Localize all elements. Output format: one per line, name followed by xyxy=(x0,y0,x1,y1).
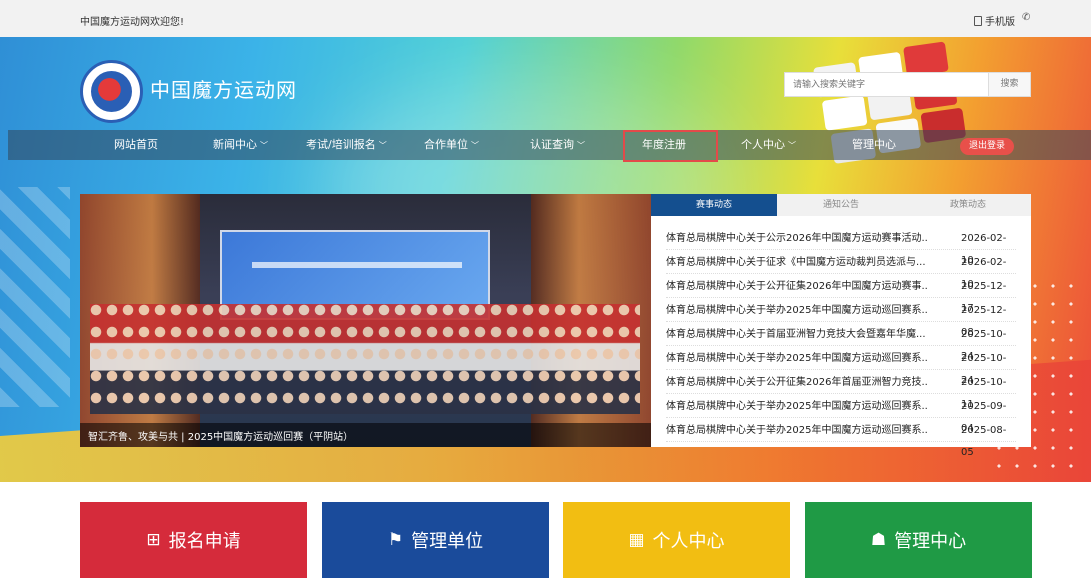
news-list-item[interactable]: 体育总局棋牌中心关于征求《中国魔方运动裁判员选派与... 2026-02-10 xyxy=(666,252,1016,290)
management-unit-tile-button[interactable]: ⚑ 管理单位 xyxy=(322,502,549,578)
news-panel: 赛事动态 通知公告 政策动态 体育总局棋牌中心关于公示2026年中国魔方运动赛事… xyxy=(651,194,1031,458)
tile-label: 个人中心 xyxy=(652,531,725,552)
mobile-icon xyxy=(974,15,982,26)
news-list-item[interactable]: 体育总局棋牌中心关于举办2025年中国魔方运动巡回赛系... 2025-12-08 xyxy=(666,300,1016,338)
news-list-item[interactable]: 体育总局棋牌中心关于举办2025年中国魔方运动巡回赛系... 2025-10-24 xyxy=(666,348,1016,386)
search-input[interactable] xyxy=(785,73,990,96)
news-list-item[interactable]: 体育总局棋牌中心关于首届亚洲智力竞技大会暨嘉年华魔... 2025-10-24 xyxy=(666,324,1016,362)
chevron-down-icon: ﹀ xyxy=(577,141,585,150)
add-document-icon: ⊞ xyxy=(146,530,161,550)
tab-notices[interactable]: 通知公告 xyxy=(778,194,904,216)
annual-registration-highlight xyxy=(623,130,718,162)
search-button[interactable]: 搜索 xyxy=(988,73,1030,96)
nav-label: 新闻中心 xyxy=(213,138,257,151)
tab-policy-news[interactable]: 政策动态 xyxy=(905,194,1031,216)
news-slider[interactable]: 智汇齐鲁、攻美与共 | 2025中国魔方运动巡回赛（平阴站） xyxy=(80,194,651,447)
top-bar: 中国魔方运动网欢迎您! 手机版 ✆ xyxy=(0,0,1091,37)
tab-event-news[interactable]: 赛事动态 xyxy=(651,194,777,216)
news-list-item[interactable]: 体育总局棋牌中心关于公开征集2026年中国魔方运动赛事... 2025-12-17 xyxy=(666,276,1016,314)
search-box: 搜索 xyxy=(784,72,1031,97)
news-title: 体育总局棋牌中心关于举办2025年中国魔方运动巡回赛系... xyxy=(666,353,928,364)
nav-item-partners[interactable]: 合作单位 ﹀ xyxy=(424,130,479,160)
news-list-item[interactable]: 体育总局棋牌中心关于公开征集2026年首届亚洲智力竞技... 2025-10-11 xyxy=(666,372,1016,410)
person-icon: ☗ xyxy=(870,530,887,550)
nav-label: 合作单位 xyxy=(424,138,468,151)
news-title: 体育总局棋牌中心关于举办2025年中国魔方运动巡回赛系... xyxy=(666,425,928,436)
logo-emblem-icon xyxy=(91,71,132,112)
page: 中国魔方运动网欢迎您! 手机版 ✆ 中国魔方运动网 搜索 网站首 xyxy=(0,0,1091,578)
chevron-down-icon: ﹀ xyxy=(260,141,268,150)
personal-center-tile-button[interactable]: ▦ 个人中心 xyxy=(563,502,790,578)
slide-caption[interactable]: 智汇齐鲁、攻美与共 | 2025中国魔方运动巡回赛（平阴站） xyxy=(88,428,353,443)
nav-label: 网站首页 xyxy=(114,138,158,151)
welcome-text: 中国魔方运动网欢迎您! xyxy=(80,17,185,28)
site-title[interactable]: 中国魔方运动网 xyxy=(150,74,297,103)
admin-center-tile-button[interactable]: ☗ 管理中心 xyxy=(805,502,1032,578)
news-title: 体育总局棋牌中心关于首届亚洲智力竞技大会暨嘉年华魔... xyxy=(666,329,926,340)
news-title: 体育总局棋牌中心关于公示2026年中国魔方运动赛事活动... xyxy=(666,233,928,244)
tile-label: 报名申请 xyxy=(168,531,241,552)
logout-button[interactable]: 退出登录 xyxy=(960,138,1014,155)
nav-label: 认证查询 xyxy=(530,138,574,151)
wechat-icon[interactable]: ✆ xyxy=(1022,12,1030,23)
news-title: 体育总局棋牌中心关于公开征集2026年中国魔方运动赛事... xyxy=(666,281,928,292)
mobile-version-label: 手机版 xyxy=(985,17,1015,28)
nav-label: 考试/培训报名 xyxy=(306,138,376,151)
news-tabs: 赛事动态 通知公告 政策动态 xyxy=(651,194,1031,216)
nav-item-home[interactable]: 网站首页 xyxy=(114,130,158,160)
banner-decoration-left xyxy=(0,187,70,407)
slide-group-photo xyxy=(90,304,640,414)
mobile-version-link[interactable]: 手机版 xyxy=(974,13,1015,28)
nav-item-admin-center[interactable]: 管理中心 xyxy=(852,130,896,160)
news-list-item[interactable]: 体育总局棋牌中心关于公示2026年中国魔方运动赛事活动... 2026-02-10 xyxy=(666,228,1016,266)
news-title: 体育总局棋牌中心关于公开征集2026年首届亚洲智力竞技... xyxy=(666,377,928,388)
tile-label: 管理单位 xyxy=(411,531,484,552)
nav-label: 个人中心 xyxy=(741,138,785,151)
news-title: 体育总局棋牌中心关于征求《中国魔方运动裁判员选派与... xyxy=(666,257,926,268)
nav-item-news[interactable]: 新闻中心 ﹀ xyxy=(213,130,268,160)
nav-item-exam-registration[interactable]: 考试/培训报名 ﹀ xyxy=(306,130,387,160)
nav-item-personal-center[interactable]: 个人中心 ﹀ xyxy=(741,130,796,160)
nav-label: 管理中心 xyxy=(852,138,896,151)
news-date: 2025-08-05 xyxy=(961,425,1007,458)
chevron-down-icon: ﹀ xyxy=(471,141,479,150)
screen-text-line xyxy=(252,262,462,268)
grid-icon: ▦ xyxy=(628,530,645,550)
news-title: 体育总局棋牌中心关于举办2025年中国魔方运动巡回赛系... xyxy=(666,401,928,412)
news-title: 体育总局棋牌中心关于举办2025年中国魔方运动巡回赛系... xyxy=(666,305,928,316)
nav-item-certification[interactable]: 认证查询 ﹀ xyxy=(530,130,585,160)
chevron-down-icon: ﹀ xyxy=(378,141,387,150)
tile-label: 管理中心 xyxy=(894,531,967,552)
news-list-item[interactable]: 体育总局棋牌中心关于举办2025年中国魔方运动巡回赛系... 2025-09-04 xyxy=(666,396,1016,434)
news-list-item[interactable]: 体育总局棋牌中心关于举办2025年中国魔方运动巡回赛系... 2025-08-05 xyxy=(666,420,1016,458)
chevron-down-icon: ﹀ xyxy=(788,141,796,150)
user-icon: ⚑ xyxy=(387,530,404,550)
main-nav: 网站首页 新闻中心 ﹀ 考试/培训报名 ﹀ 合作单位 ﹀ 认证查询 ﹀ 年度注册 个人中… xyxy=(8,130,1091,162)
site-logo[interactable] xyxy=(80,60,143,123)
registration-tile-button[interactable]: ⊞ 报名申请 xyxy=(80,502,307,578)
